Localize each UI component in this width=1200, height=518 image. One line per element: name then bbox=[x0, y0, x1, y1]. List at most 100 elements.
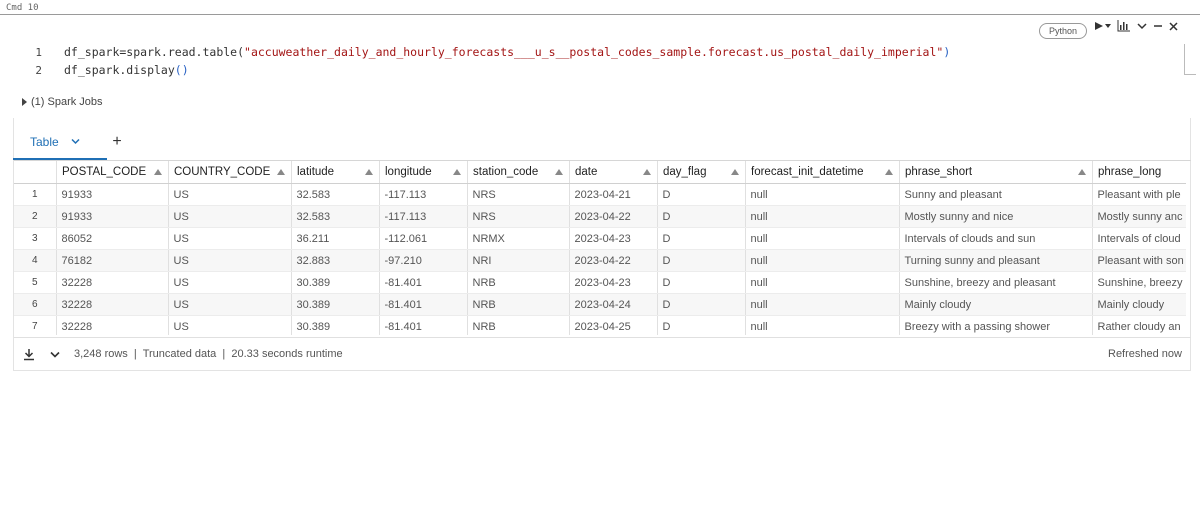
table-cell[interactable]: D bbox=[656, 205, 745, 228]
table-cell[interactable]: NRB bbox=[466, 315, 569, 335]
column-header[interactable]: forecast_init_datetime bbox=[745, 161, 899, 184]
table-cell[interactable]: Sunshine, breezy bbox=[1091, 271, 1186, 294]
table-cell[interactable]: Pleasant with son bbox=[1091, 249, 1186, 272]
table-cell[interactable]: null bbox=[744, 271, 899, 294]
sort-ascending-icon[interactable] bbox=[885, 169, 893, 175]
table-cell[interactable]: null bbox=[744, 315, 899, 335]
table-cell[interactable]: -117.113 bbox=[378, 205, 467, 228]
column-header[interactable]: phrase_long bbox=[1092, 161, 1186, 184]
table-cell[interactable]: Rather cloudy an bbox=[1091, 315, 1186, 335]
table-row[interactable]: 3 86052 US 36.211 -112.061 NRMX 2023-04-23 Dnul… bbox=[14, 227, 1186, 250]
table-cell[interactable]: Sunshine, breezy and pleasant bbox=[898, 271, 1092, 294]
table-cell[interactable]: Mainly cloudy bbox=[1091, 293, 1186, 316]
table-cell[interactable]: 2023-04-23 bbox=[568, 271, 657, 294]
table-cell[interactable]: 76182 bbox=[55, 249, 168, 272]
table-row[interactable]: 6 32228 US 30.389 -81.401 NRB 2023-04-24 Dnull M… bbox=[14, 293, 1186, 316]
table-row[interactable]: 2 91933 US 32.583 -117.113 NRS 2023-04-22 Dnull… bbox=[14, 205, 1186, 228]
table-cell[interactable]: 30.389 bbox=[290, 315, 379, 335]
table-cell[interactable]: 2023-04-22 bbox=[568, 205, 657, 228]
sort-ascending-icon[interactable] bbox=[365, 169, 373, 175]
run-cell-icon[interactable] bbox=[1094, 21, 1111, 31]
table-cell[interactable]: 2023-04-25 bbox=[568, 315, 657, 335]
table-cell[interactable]: Pleasant with ple bbox=[1091, 183, 1186, 206]
sort-ascending-icon[interactable] bbox=[643, 169, 651, 175]
sort-ascending-icon[interactable] bbox=[555, 169, 563, 175]
table-cell[interactable]: NRI bbox=[466, 249, 569, 272]
table-cell[interactable]: -112.061 bbox=[378, 227, 467, 250]
table-cell[interactable]: -97.210 bbox=[378, 249, 467, 272]
table-cell[interactable]: -117.113 bbox=[378, 183, 467, 206]
table-cell[interactable]: null bbox=[744, 249, 899, 272]
table-cell[interactable]: 32.883 bbox=[290, 249, 379, 272]
column-header[interactable]: longitude bbox=[379, 161, 467, 184]
column-header[interactable]: station_code bbox=[467, 161, 569, 184]
table-cell[interactable]: 2023-04-23 bbox=[568, 227, 657, 250]
sort-ascending-icon[interactable] bbox=[731, 169, 739, 175]
table-row[interactable]: 5 32228 US 30.389 -81.401 NRB 2023-04-23 Dnull S… bbox=[14, 271, 1186, 294]
sort-ascending-icon[interactable] bbox=[453, 169, 461, 175]
table-cell[interactable]: NRS bbox=[466, 183, 569, 206]
download-options-button[interactable] bbox=[44, 351, 66, 358]
table-cell[interactable]: US bbox=[167, 315, 291, 335]
column-header[interactable]: COUNTRY_CODE bbox=[168, 161, 291, 184]
table-row[interactable]: 4 76182 US 32.883 -97.210 NRI 2023-04-22 Dnull T… bbox=[14, 249, 1186, 272]
spark-jobs-toggle[interactable]: (1) Spark Jobs bbox=[22, 96, 103, 108]
table-cell[interactable]: 32228 bbox=[55, 293, 168, 316]
column-header[interactable]: latitude bbox=[291, 161, 379, 184]
table-cell[interactable]: US bbox=[167, 183, 291, 206]
chevron-down-icon[interactable] bbox=[1137, 22, 1147, 30]
table-cell[interactable]: 91933 bbox=[55, 183, 168, 206]
table-cell[interactable]: 36.211 bbox=[290, 227, 379, 250]
column-header[interactable]: date bbox=[569, 161, 657, 184]
tab-table[interactable]: Table bbox=[13, 125, 107, 160]
table-cell[interactable]: D bbox=[656, 293, 745, 316]
table-cell[interactable]: 2023-04-21 bbox=[568, 183, 657, 206]
download-button[interactable] bbox=[14, 338, 44, 371]
sort-ascending-icon[interactable] bbox=[154, 169, 162, 175]
table-cell[interactable]: NRB bbox=[466, 271, 569, 294]
table-cell[interactable]: D bbox=[656, 315, 745, 335]
chart-icon[interactable] bbox=[1117, 20, 1131, 32]
table-cell[interactable]: 86052 bbox=[55, 227, 168, 250]
sort-ascending-icon[interactable] bbox=[277, 169, 285, 175]
table-cell[interactable]: D bbox=[656, 227, 745, 250]
table-cell[interactable]: Turning sunny and pleasant bbox=[898, 249, 1092, 272]
table-cell[interactable]: 2023-04-24 bbox=[568, 293, 657, 316]
table-cell[interactable]: US bbox=[167, 205, 291, 228]
table-cell[interactable]: NRMX bbox=[466, 227, 569, 250]
table-cell[interactable]: US bbox=[167, 293, 291, 316]
table-cell[interactable]: 32228 bbox=[55, 315, 168, 335]
table-cell[interactable]: null bbox=[744, 227, 899, 250]
table-row[interactable]: 7 32228 US 30.389 -81.401 NRB 2023-04-25 Dnull B… bbox=[14, 315, 1186, 335]
table-cell[interactable]: D bbox=[656, 271, 745, 294]
table-cell[interactable]: 2023-04-22 bbox=[568, 249, 657, 272]
column-header[interactable]: day_flag bbox=[657, 161, 745, 184]
table-cell[interactable]: D bbox=[656, 249, 745, 272]
table-cell[interactable]: Mostly sunny and nice bbox=[898, 205, 1092, 228]
table-cell[interactable]: 30.389 bbox=[290, 293, 379, 316]
table-cell[interactable]: null bbox=[744, 293, 899, 316]
table-cell[interactable]: null bbox=[744, 183, 899, 206]
minimize-icon[interactable] bbox=[1153, 22, 1163, 30]
add-visualization-button[interactable]: + bbox=[107, 133, 127, 151]
code-editor[interactable]: 1 df_spark=spark.read.table("accuweather… bbox=[0, 43, 950, 79]
table-cell[interactable]: 32228 bbox=[55, 271, 168, 294]
table-cell[interactable]: 30.389 bbox=[290, 271, 379, 294]
table-cell[interactable]: Mainly cloudy bbox=[898, 293, 1092, 316]
language-badge[interactable]: Python bbox=[1039, 23, 1087, 39]
table-cell[interactable]: D bbox=[656, 183, 745, 206]
table-cell[interactable]: Intervals of clouds and sun bbox=[898, 227, 1092, 250]
table-cell[interactable]: 32.583 bbox=[290, 183, 379, 206]
chevron-down-icon[interactable] bbox=[71, 137, 80, 148]
table-cell[interactable]: -81.401 bbox=[378, 293, 467, 316]
table-cell[interactable]: null bbox=[744, 205, 899, 228]
table-cell[interactable]: NRS bbox=[466, 205, 569, 228]
table-cell[interactable]: US bbox=[167, 249, 291, 272]
table-row[interactable]: 1 91933 US 32.583 -117.113 NRS 2023-04-21 Dnull… bbox=[14, 183, 1186, 206]
close-icon[interactable] bbox=[1169, 21, 1178, 31]
column-header[interactable]: phrase_short bbox=[899, 161, 1092, 184]
table-cell[interactable]: Mostly sunny anc bbox=[1091, 205, 1186, 228]
table-cell[interactable]: 91933 bbox=[55, 205, 168, 228]
column-header[interactable]: POSTAL_CODE bbox=[56, 161, 168, 184]
table-cell[interactable]: US bbox=[167, 271, 291, 294]
